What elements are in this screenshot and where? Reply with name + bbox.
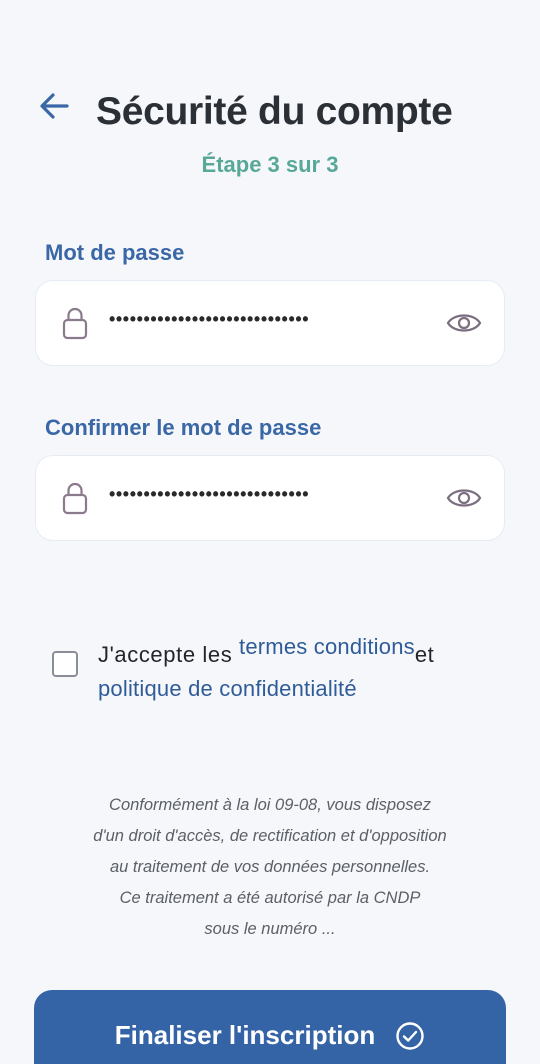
- lock-icon: [62, 307, 88, 340]
- password-input[interactable]: •••••••••••••••••••••••••••••: [109, 309, 309, 330]
- confirm-password-input[interactable]: •••••••••••••••••••••••••••••: [109, 484, 309, 505]
- privacy-policy-link[interactable]: politique de confidentialité: [98, 676, 357, 701]
- terms-conditions-link[interactable]: termes conditions: [239, 634, 415, 659]
- legal-line: Ce traitement a été autorisé par la CNDP: [119, 889, 421, 907]
- password-field[interactable]: •••••••••••••••••••••••••••••: [35, 280, 505, 366]
- terms-text: J'accepte les termes conditionset politi…: [98, 634, 498, 706]
- finalize-registration-button[interactable]: Finaliser l'inscription: [34, 990, 506, 1064]
- account-security-screen: Sécurité du compte Étape 3 sur 3 Mot de …: [0, 0, 540, 1064]
- eye-icon[interactable]: [446, 484, 482, 512]
- page-title: Sécurité du compte: [96, 90, 453, 133]
- confirm-password-label: Confirmer le mot de passe: [45, 415, 322, 440]
- legal-line: Conformément à la loi 09-08, vous dispos…: [109, 796, 431, 814]
- step-indicator: Étape 3 sur 3: [201, 152, 339, 177]
- lock-icon: [62, 482, 88, 515]
- eye-icon[interactable]: [446, 309, 482, 337]
- arrow-left-icon: [40, 93, 69, 119]
- legal-line: sous le numéro ...: [204, 920, 336, 938]
- check-circle-icon: [396, 1022, 424, 1050]
- legal-line: d'un droit d'accès, de rectification et …: [93, 827, 447, 845]
- legal-notice: Conformément à la loi 09-08, vous dispos…: [0, 790, 540, 945]
- terms-checkbox[interactable]: [52, 651, 78, 677]
- back-button[interactable]: [36, 88, 72, 124]
- legal-line: au traitement de vos données personnelle…: [109, 858, 431, 876]
- terms-prefix: J'accepte les: [98, 642, 240, 667]
- confirm-password-field[interactable]: •••••••••••••••••••••••••••••: [35, 455, 505, 541]
- terms-conjunction: et: [414, 642, 435, 667]
- finalize-registration-label: Finaliser l'inscription: [114, 1020, 376, 1050]
- password-label: Mot de passe: [45, 240, 185, 265]
